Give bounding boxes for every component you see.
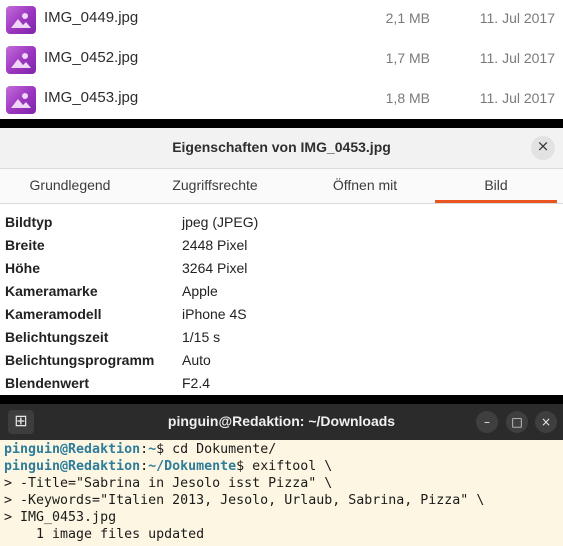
file-size: 1,7 MB — [385, 50, 430, 66]
tab-grundlegend[interactable]: Grundlegend — [0, 169, 140, 203]
file-date: 11. Jul 2017 — [479, 50, 555, 66]
property-key: Kameramodell — [5, 306, 102, 322]
prompt-separator: : — [140, 442, 149, 457]
file-size: 2,1 MB — [385, 10, 430, 26]
prompt-user: pinguin@Redaktion — [4, 442, 141, 457]
terminal-window: ⊞ pinguin@Redaktion: ~/Downloads – □ × p… — [0, 404, 563, 546]
prompt-path: ~ — [148, 442, 157, 457]
property-row: Blendenwert F2.4 — [0, 372, 563, 395]
file-row[interactable]: IMG_0452.jpg 1,7 MB 11. Jul 2017 — [0, 40, 563, 80]
terminal-line: > IMG_0453.jpg — [4, 510, 117, 525]
dialog-title: Eigenschaften von IMG_0453.jpg — [172, 139, 391, 155]
property-row: Bildtyp jpeg (JPEG) — [0, 211, 563, 234]
dialog-titlebar: Eigenschaften von IMG_0453.jpg × — [0, 128, 563, 169]
image-file-icon — [6, 6, 36, 34]
property-key: Belichtungsprogramm — [5, 352, 155, 368]
file-name: IMG_0452.jpg — [44, 49, 139, 66]
close-button[interactable]: × — [531, 136, 555, 160]
property-value: Auto — [182, 352, 211, 368]
properties-list: Bildtyp jpeg (JPEG) Breite 2448 Pixel Hö… — [0, 204, 563, 395]
file-list: IMG_0449.jpg 2,1 MB 11. Jul 2017 IMG_045… — [0, 0, 563, 119]
property-value: Apple — [182, 283, 218, 299]
property-value: iPhone 4S — [182, 306, 247, 322]
file-name: IMG_0449.jpg — [44, 9, 139, 26]
file-name: IMG_0453.jpg — [44, 89, 139, 106]
file-size: 1,8 MB — [385, 90, 430, 106]
terminal-line: 1 image files updated — [4, 527, 205, 542]
image-file-icon — [6, 46, 36, 74]
terminal-line: > -Title="Sabrina in Jesolo isst Pizza" … — [4, 476, 333, 491]
property-key: Breite — [5, 237, 45, 253]
command-text: $ cd Dokumente/ — [156, 442, 277, 457]
prompt-path: ~/Dokumente — [148, 459, 237, 474]
property-row: Kameramarke Apple — [0, 280, 563, 303]
property-row: Kameramodell iPhone 4S — [0, 303, 563, 326]
property-value: 1/15 s — [182, 329, 221, 345]
tab-bild[interactable]: Bild — [435, 169, 557, 203]
properties-dialog: Eigenschaften von IMG_0453.jpg × Grundle… — [0, 128, 563, 395]
property-value: jpeg (JPEG) — [182, 214, 259, 230]
maximize-icon[interactable]: □ — [506, 411, 528, 433]
terminal-output[interactable]: pinguin@Redaktion:~$ cd Dokumente/ pingu… — [0, 440, 563, 546]
command-text: $ exiftool \ — [236, 459, 333, 474]
close-icon: × — [536, 137, 550, 155]
close-icon[interactable]: × — [535, 411, 557, 433]
file-date: 11. Jul 2017 — [479, 10, 555, 26]
image-file-icon — [6, 86, 36, 114]
property-key: Bildtyp — [5, 214, 53, 230]
tab-oeffnen-mit[interactable]: Öffnen mit — [295, 169, 435, 203]
tab-zugriffsrechte[interactable]: Zugriffsrechte — [145, 169, 285, 203]
property-row: Breite 2448 Pixel — [0, 234, 563, 257]
minimize-icon[interactable]: – — [476, 411, 498, 433]
terminal-line: pinguin@Redaktion:~$ cd Dokumente/ — [4, 442, 276, 460]
file-date: 11. Jul 2017 — [479, 90, 555, 106]
property-key: Belichtungszeit — [5, 329, 109, 345]
prompt-user: pinguin@Redaktion — [4, 459, 141, 474]
property-value: F2.4 — [182, 375, 211, 391]
terminal-titlebar: ⊞ pinguin@Redaktion: ~/Downloads – □ × — [0, 404, 563, 440]
file-row[interactable]: IMG_0449.jpg 2,1 MB 11. Jul 2017 — [0, 0, 563, 40]
property-key: Kameramarke — [5, 283, 98, 299]
terminal-line: > -Keywords="Italien 2013, Jesolo, Urlau… — [4, 493, 485, 508]
property-row: Belichtungszeit 1/15 s — [0, 326, 563, 349]
property-key: Höhe — [5, 260, 40, 276]
property-value: 2448 Pixel — [182, 237, 248, 253]
property-value: 3264 Pixel — [182, 260, 248, 276]
prompt-separator: : — [140, 459, 149, 474]
file-row[interactable]: IMG_0453.jpg 1,8 MB 11. Jul 2017 — [0, 80, 563, 120]
property-row: Höhe 3264 Pixel — [0, 257, 563, 280]
property-row: Belichtungsprogramm Auto — [0, 349, 563, 372]
tab-bar: Grundlegend Zugriffsrechte Öffnen mit Bi… — [0, 169, 563, 204]
terminal-line: pinguin@Redaktion:~/Dokumente$ exiftool … — [4, 459, 332, 477]
property-key: Blendenwert — [5, 375, 90, 391]
